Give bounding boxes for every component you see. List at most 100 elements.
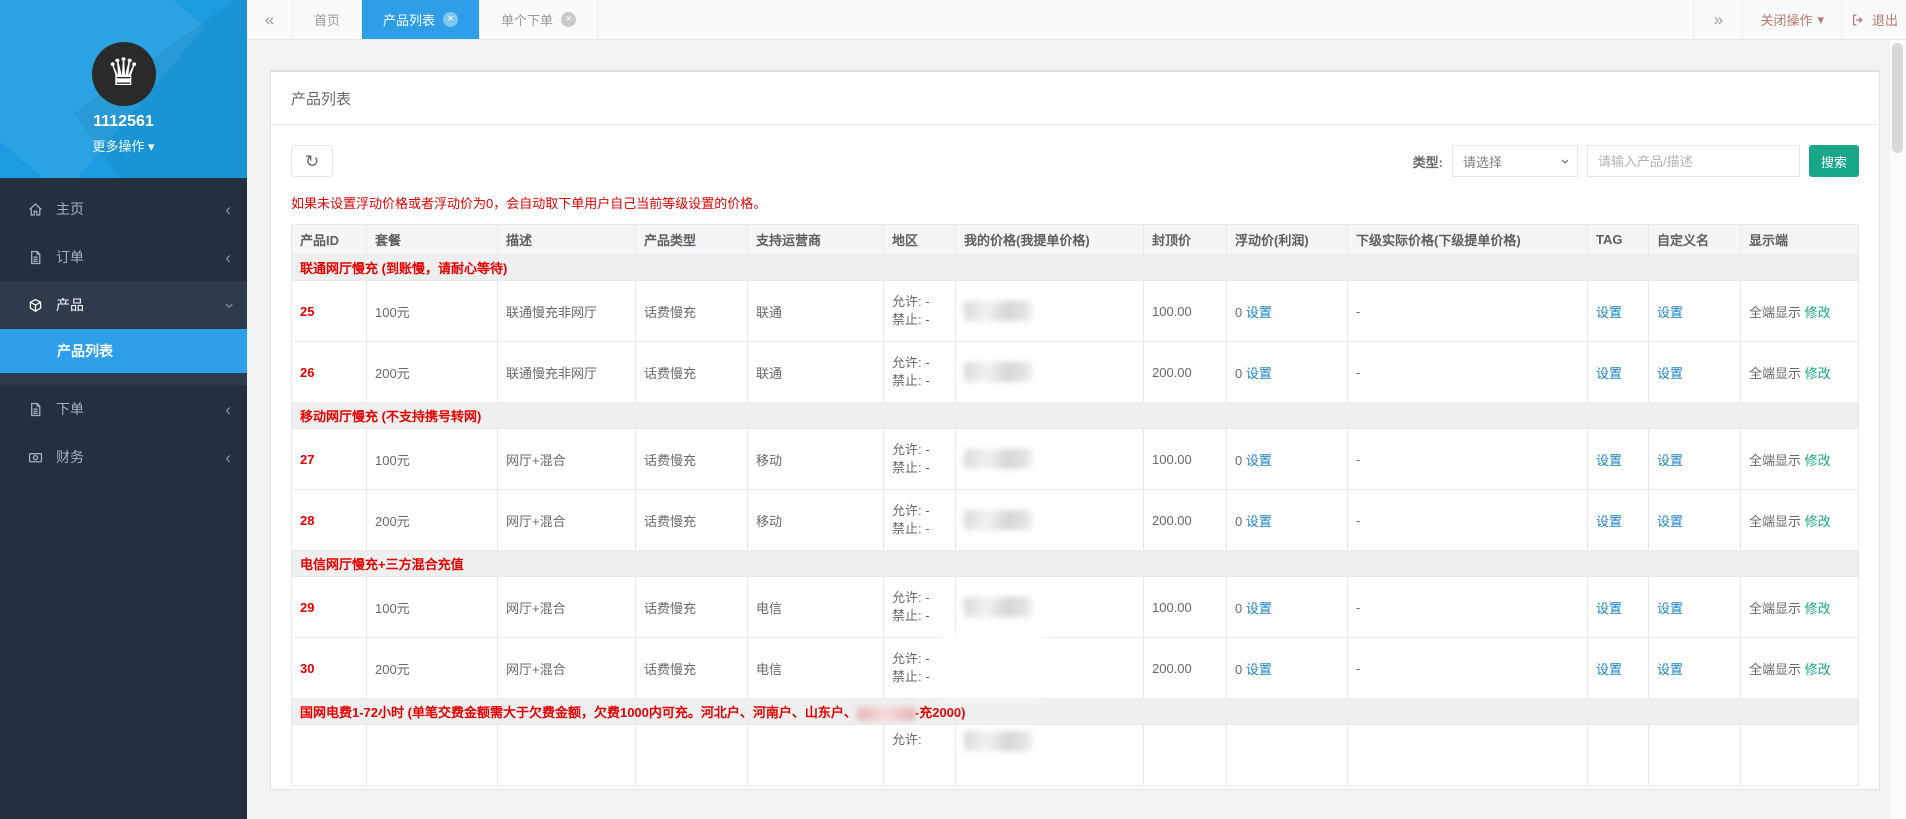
modify-display-link[interactable]: 修改 xyxy=(1805,453,1831,468)
set-float-link[interactable]: 设置 xyxy=(1246,601,1272,616)
table-row: 26 200元 联通慢充非网厅 话费慢充 联通 允许: - 禁止: - 200.… xyxy=(291,341,1859,403)
set-custom-name-link[interactable]: 设置 xyxy=(1657,514,1683,529)
type-cell xyxy=(635,724,748,786)
package-cell: 100元 xyxy=(366,576,498,638)
desc-cell: 网厅+混合 xyxy=(497,489,636,551)
region-cell: 允许: - 禁止: - xyxy=(883,341,956,403)
table-row: 28 200元 网厅+混合 话费慢充 移动 允许: - 禁止: - 200.00… xyxy=(291,489,1859,551)
sidebar-item-label: 财务 xyxy=(56,449,84,465)
file-icon xyxy=(31,250,41,264)
set-tag-link[interactable]: 设置 xyxy=(1596,662,1622,677)
region-deny: 禁止: - xyxy=(892,521,930,536)
sub-price-cell: - xyxy=(1347,428,1588,490)
censored-price xyxy=(964,362,1032,382)
close-tab-icon[interactable]: × xyxy=(443,12,459,27)
caret-down-icon: ▾ xyxy=(1817,11,1824,27)
carrier-cell: 联通 xyxy=(747,341,884,403)
scroll-tabs-left-button[interactable]: « xyxy=(247,0,293,39)
set-float-link[interactable]: 设置 xyxy=(1246,514,1272,529)
close-operations-dropdown[interactable]: 关闭操作 ▾ xyxy=(1742,0,1841,39)
set-float-link[interactable]: 设置 xyxy=(1246,366,1272,381)
tab-product-list[interactable]: 产品列表 × xyxy=(362,0,481,39)
tab-bar: « 首页 产品列表 × 单个下单 × » 关闭操作 ▾ 退出 xyxy=(247,0,1906,40)
censored-price xyxy=(964,597,1032,617)
product-table: 产品ID 套餐 描述 产品类型 支持运营商 地区 我的价格(我提单价格) 封顶价… xyxy=(291,224,1859,786)
tab-label: 单个下单 xyxy=(501,13,554,28)
modify-display-link[interactable]: 修改 xyxy=(1805,662,1831,677)
double-chevron-left-icon: « xyxy=(264,9,275,29)
close-tab-icon[interactable]: × xyxy=(561,12,577,27)
carrier-cell xyxy=(747,724,884,786)
custom-name-cell: 设置 xyxy=(1648,576,1741,638)
chevron-down-icon: ‹ xyxy=(218,302,238,308)
table-row: 25 100元 联通慢充非网厅 话费慢充 联通 允许: - 禁止: - 100.… xyxy=(291,280,1859,342)
tab-home[interactable]: 首页 xyxy=(293,0,363,39)
sidebar-item-products[interactable]: 产品 ‹ xyxy=(0,281,247,329)
more-actions-dropdown[interactable]: 更多操作 ▾ xyxy=(0,136,247,155)
type-cell: 话费慢充 xyxy=(635,637,748,699)
set-custom-name-link[interactable]: 设置 xyxy=(1657,601,1683,616)
sidebar-profile: ♛ 1112561 更多操作 ▾ xyxy=(0,0,247,178)
float-cell: 0 设置 xyxy=(1226,280,1348,342)
display-cell xyxy=(1740,724,1859,786)
sidebar-item-orders[interactable]: 订单 ‹ xyxy=(0,233,247,281)
sub-price-cell: - xyxy=(1347,280,1588,342)
set-float-link[interactable]: 设置 xyxy=(1246,453,1272,468)
float-cell: 0 设置 xyxy=(1226,637,1348,699)
set-custom-name-link[interactable]: 设置 xyxy=(1657,305,1683,320)
cube-icon xyxy=(29,298,42,312)
set-tag-link[interactable]: 设置 xyxy=(1596,305,1622,320)
set-float-link[interactable]: 设置 xyxy=(1246,662,1272,677)
display-cell: 全端显示 修改 xyxy=(1740,637,1859,699)
modify-display-link[interactable]: 修改 xyxy=(1805,601,1831,616)
modify-display-link[interactable]: 修改 xyxy=(1805,305,1831,320)
group-row-unicom: 联通网厅慢充 (到账慢，请耐心等待) xyxy=(291,254,1859,281)
modify-display-link[interactable]: 修改 xyxy=(1805,366,1831,381)
sidebar-item-home[interactable]: 主页 ‹ xyxy=(0,185,247,233)
region-cell: 允许: - 禁止: - xyxy=(883,280,956,342)
modify-display-link[interactable]: 修改 xyxy=(1805,514,1831,529)
sidebar-item-place-order[interactable]: 下单 ‹ xyxy=(0,385,247,433)
table-row-partial: 允许: xyxy=(291,724,1859,786)
refresh-button[interactable]: ↻ xyxy=(291,145,333,177)
set-tag-link[interactable]: 设置 xyxy=(1596,601,1622,616)
package-cell: 200元 xyxy=(366,637,498,699)
search-button[interactable]: 搜索 xyxy=(1809,145,1859,177)
censored-price xyxy=(964,510,1032,530)
tab-single-order[interactable]: 单个下单 × xyxy=(480,0,599,39)
region-allow: 允许: - xyxy=(892,651,930,666)
region-cell: 允许: - 禁止: - xyxy=(883,428,956,490)
censored-price xyxy=(964,731,1032,751)
set-custom-name-link[interactable]: 设置 xyxy=(1657,662,1683,677)
tag-cell: 设置 xyxy=(1587,637,1649,699)
region-cell: 允许: - 禁止: - xyxy=(883,576,956,638)
logout-button[interactable]: 退出 xyxy=(1840,0,1906,39)
carrier-cell: 移动 xyxy=(747,489,884,551)
my-price-cell xyxy=(955,428,1144,490)
cap-cell: 100.00 xyxy=(1143,280,1227,342)
type-select[interactable]: 请选择 ‹ xyxy=(1452,145,1578,177)
my-price-cell xyxy=(955,280,1144,342)
desc-cell: 网厅+混合 xyxy=(497,637,636,699)
crown-logo-icon: ♛ xyxy=(91,42,156,106)
col-cap-price: 封顶价 xyxy=(1143,224,1227,255)
set-tag-link[interactable]: 设置 xyxy=(1596,514,1622,529)
scrollbar-thumb[interactable] xyxy=(1892,43,1903,153)
sidebar-item-product-list[interactable]: 产品列表 xyxy=(0,329,247,373)
region-allow: 允许: - xyxy=(892,442,930,457)
search-input[interactable] xyxy=(1587,145,1800,177)
set-custom-name-link[interactable]: 设置 xyxy=(1657,453,1683,468)
tab-label: 首页 xyxy=(314,13,341,28)
set-tag-link[interactable]: 设置 xyxy=(1596,366,1622,381)
float-cell: 0 设置 xyxy=(1226,576,1348,638)
set-tag-link[interactable]: 设置 xyxy=(1596,453,1622,468)
region-cell: 允许: - 禁止: - xyxy=(883,637,956,699)
set-float-link[interactable]: 设置 xyxy=(1246,305,1272,320)
set-custom-name-link[interactable]: 设置 xyxy=(1657,366,1683,381)
col-description: 描述 xyxy=(497,224,636,255)
scroll-tabs-right-button[interactable]: » xyxy=(1693,0,1742,39)
sidebar-item-finance[interactable]: 财务 ‹ xyxy=(0,433,247,481)
region-cell: 允许: xyxy=(883,724,956,786)
col-tag: TAG xyxy=(1587,224,1649,255)
tabbar-right-group: » 关闭操作 ▾ 退出 xyxy=(1693,0,1906,39)
